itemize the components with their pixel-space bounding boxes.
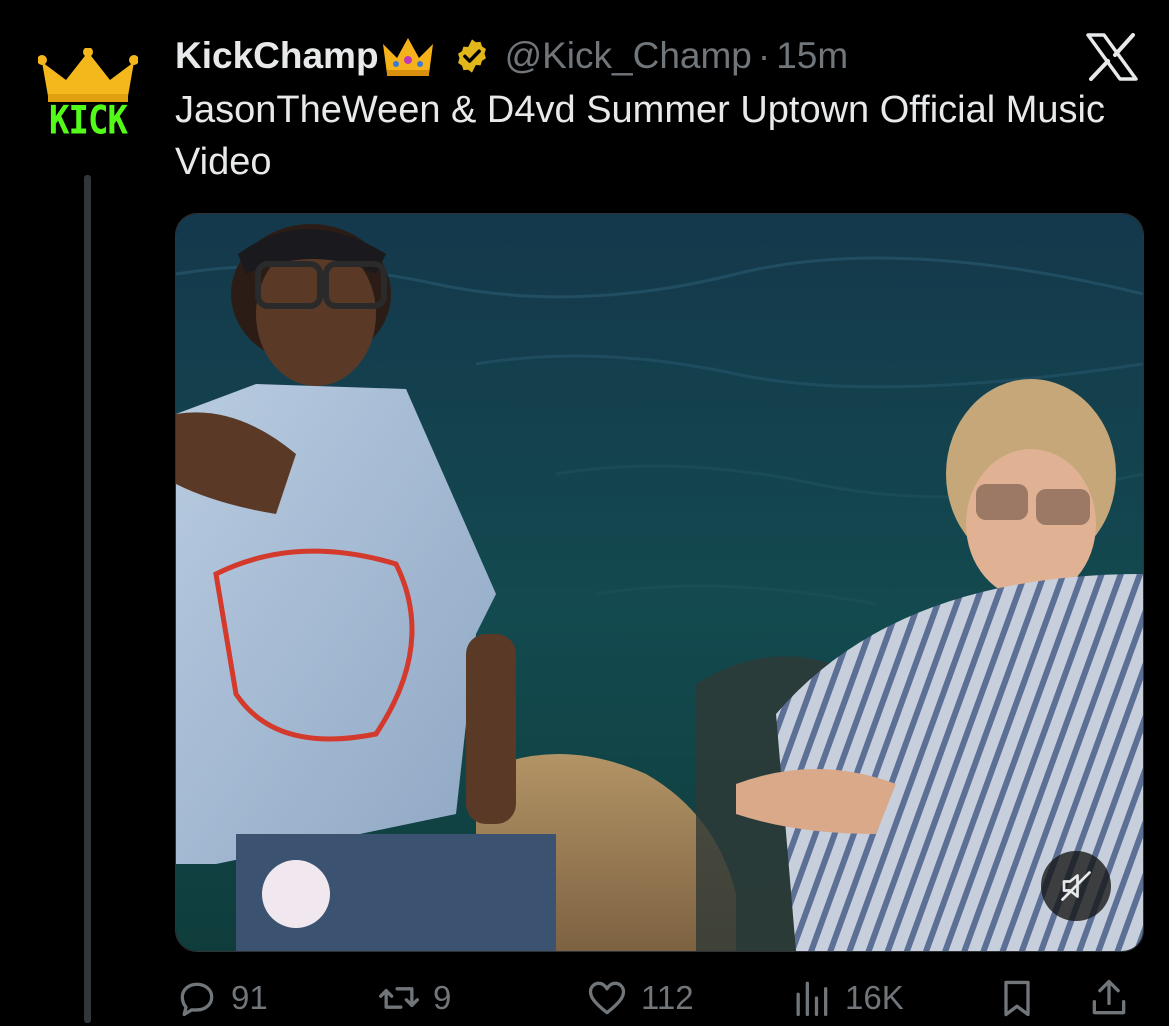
reply-count: 91 xyxy=(231,979,268,1016)
repost-button[interactable]: 9 xyxy=(377,970,451,1026)
post-actions: 91 9 112 16K xyxy=(175,970,1140,1026)
thread-connector-line xyxy=(84,175,91,1023)
author-handle[interactable]: @Kick_Champ xyxy=(505,35,752,77)
bar-chart-icon xyxy=(796,981,828,1017)
mute-toggle-button[interactable] xyxy=(1041,851,1111,921)
post-header: KickChamp @Kick_Champ · 15m xyxy=(175,30,848,82)
video-player[interactable] xyxy=(175,213,1144,952)
author-display-name[interactable]: KickChamp xyxy=(175,35,379,77)
like-count: 112 xyxy=(641,979,694,1016)
verified-badge-icon[interactable] xyxy=(453,37,491,75)
speaker-muted-icon xyxy=(1061,871,1091,901)
views-count: 16K xyxy=(845,979,904,1016)
share-upload-icon xyxy=(1092,979,1126,1015)
views-button[interactable]: 16K xyxy=(789,970,904,1026)
post-text: JasonTheWeen & D4vd Summer Uptown Offici… xyxy=(175,89,1105,183)
heart-icon xyxy=(588,981,626,1015)
repost-count: 9 xyxy=(433,979,452,1016)
crown-emoji-icon xyxy=(382,38,433,76)
video-frame xyxy=(176,214,1143,951)
crown-logo-icon xyxy=(38,48,138,102)
like-button[interactable]: 112 xyxy=(585,970,694,1026)
reply-button[interactable]: 91 xyxy=(175,970,268,1026)
share-button[interactable] xyxy=(1087,970,1143,1026)
header-separator: · xyxy=(757,35,771,76)
post-timestamp[interactable]: 15m xyxy=(776,35,848,77)
bookmark-icon xyxy=(1004,980,1030,1017)
bookmark-button[interactable] xyxy=(995,970,1051,1026)
x-logo-icon[interactable] xyxy=(1086,33,1138,81)
avatar-kick-text: KICK xyxy=(49,98,128,144)
repost-arrows-icon xyxy=(379,987,419,1009)
speech-bubble-icon xyxy=(180,982,214,1017)
author-avatar[interactable]: KICK xyxy=(34,48,142,146)
